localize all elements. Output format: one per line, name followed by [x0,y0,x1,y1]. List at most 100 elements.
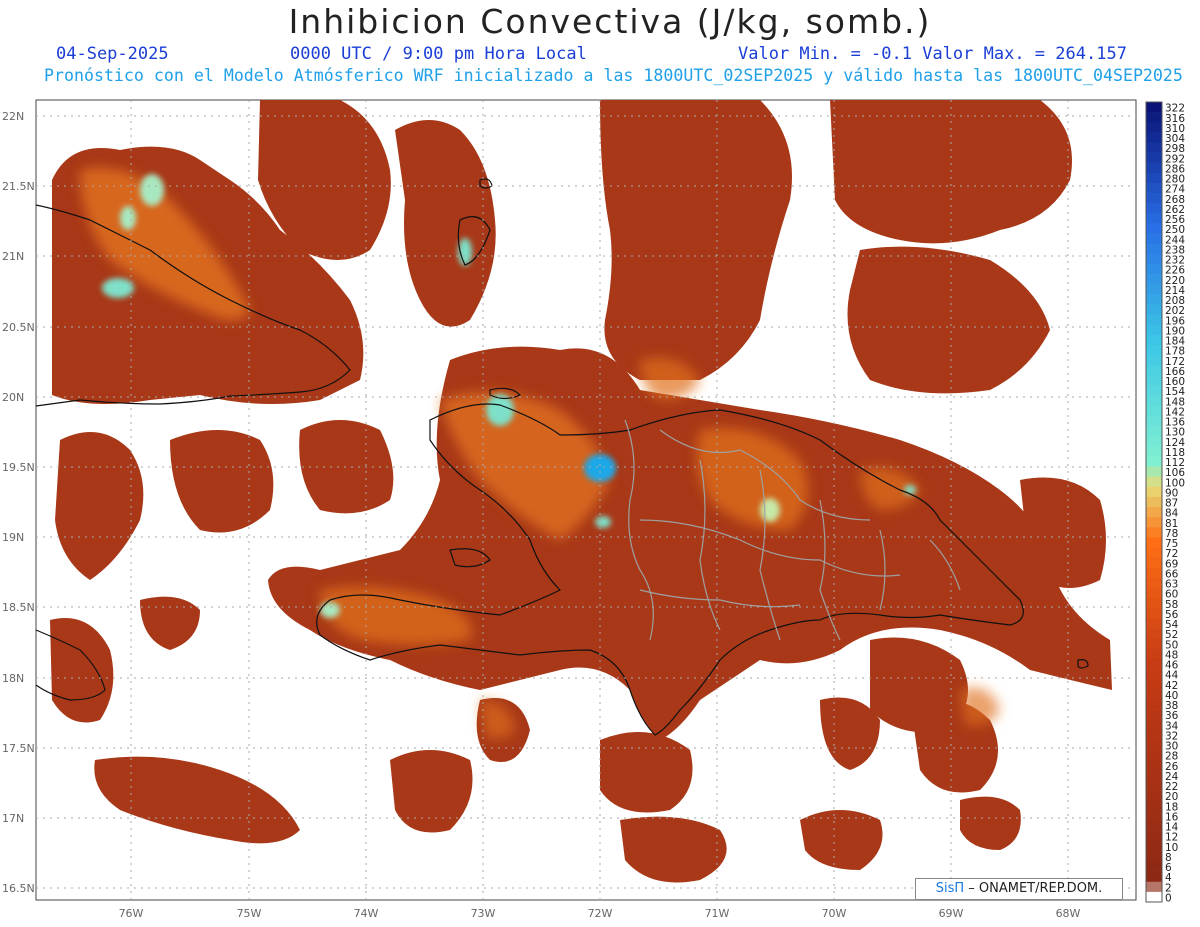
colorbar-swatch [1146,162,1162,174]
colorbar-swatch [1146,557,1162,569]
sispi-logo: SisΠ [935,881,965,896]
colorbar-swatch [1146,760,1162,771]
lon-label: 72W [588,907,613,920]
lat-label: 19.5N [2,461,35,474]
colorbar-swatch [1146,304,1162,315]
colorbar-swatch [1146,831,1162,842]
colorbar-swatch [1146,426,1162,437]
lat-label: 18.5N [2,601,35,614]
colorbar-swatch [1146,314,1162,326]
colorbar-swatch [1146,415,1162,427]
lon-label: 70W [822,907,847,920]
colorbar-swatch [1146,679,1162,690]
lat-label: 19N [2,531,24,544]
colorbar-swatch [1146,507,1162,518]
colorbar-swatch [1146,770,1162,781]
colorbar-swatch [1146,294,1162,305]
colorbar-swatch [1146,628,1162,640]
colorbar-swatch [1146,334,1162,346]
lat-label: 20N [2,391,24,404]
colorbar-swatch [1146,547,1162,558]
colorbar-swatch [1146,223,1162,234]
colorbar-swatch [1146,405,1162,417]
colorbar-swatch [1146,669,1162,680]
colorbar-swatch [1146,486,1162,498]
colorbar-swatch [1146,496,1162,508]
lat-label: 20.5N [2,321,35,334]
colorbar-swatch [1146,851,1162,862]
colorbar-swatch [1146,345,1162,356]
colorbar-swatch [1146,588,1162,599]
colorbar-swatch [1146,233,1162,245]
colorbar-swatch [1146,395,1162,407]
colorbar-swatch [1146,648,1162,660]
colorbar-swatch [1146,102,1162,113]
colorbar-swatch [1146,375,1162,386]
lon-label: 74W [354,907,379,920]
colorbar-swatch [1146,729,1162,741]
colorbar-swatch [1146,881,1162,893]
colorbar-swatch [1146,456,1162,467]
colorbar-label: 0 [1165,893,1172,905]
colorbar-swatch [1146,527,1162,538]
credit-text: – ONAMET/REP.DOM. [964,881,1103,896]
colorbar-swatch [1146,861,1162,872]
colorbar-swatch [1146,537,1162,548]
colorbar-swatch [1146,172,1162,184]
colorbar-swatch [1146,132,1162,143]
lon-label: 75W [237,907,262,920]
colorbar-swatch [1146,800,1162,812]
latitude-labels: 22N 21.5N 21N 20.5N 20N 19.5N 19N 18.5N … [2,110,35,895]
colorbar-swatch [1146,608,1162,619]
colorbar-swatch [1146,780,1162,791]
longitude-labels: 76W 75W 74W 73W 72W 71W 70W 69W 68W [119,907,1081,920]
colorbar-swatch [1146,689,1162,700]
colorbar-swatch [1146,385,1162,396]
colorbar-swatch [1146,790,1162,802]
colorbar-swatch [1146,709,1162,721]
lat-label: 18N [2,672,24,685]
colorbar-swatch [1146,365,1162,376]
colorbar-swatch [1146,355,1162,366]
map-canvas: 22N 21.5N 21N 20.5N 20N 19.5N 19N 18.5N … [2,99,1185,920]
colorbar-swatch [1146,213,1162,224]
colorbar-swatch [1146,891,1162,903]
lon-label: 76W [119,907,144,920]
colorbar: 3223163103042982922862802742682622562502… [1145,101,1185,905]
colorbar-swatch [1146,324,1162,336]
colorbar-swatch [1146,152,1162,164]
lat-label: 17N [2,812,24,825]
colorbar-swatch [1146,567,1162,579]
colorbar-swatch [1146,517,1162,528]
colorbar-swatch [1146,810,1162,822]
colorbar-swatch [1146,699,1162,710]
colorbar-swatch [1146,446,1162,457]
colorbar-swatch [1146,112,1162,123]
colorbar-swatch [1146,871,1162,883]
lat-label: 17.5N [2,742,35,755]
colorbar-swatch [1146,577,1162,589]
lon-label: 69W [939,907,964,920]
colorbar-swatch [1146,638,1162,650]
lat-label: 22N [2,110,24,123]
lat-label: 21.5N [2,180,35,193]
colorbar-swatch [1146,193,1162,204]
colorbar-swatch [1146,183,1162,194]
colorbar-swatch [1146,436,1162,447]
lat-label: 21N [2,250,24,263]
colorbar-swatch [1146,243,1162,255]
colorbar-swatch [1146,122,1162,133]
colorbar-swatch [1146,719,1162,731]
colorbar-swatch [1146,658,1162,670]
lat-label: 16.5N [2,882,35,895]
colorbar-swatch [1146,284,1162,295]
credit-box: SisΠ – ONAMET/REP.DOM. [915,878,1123,900]
colorbar-swatch [1146,203,1162,214]
colorbar-swatch [1146,253,1162,265]
lon-label: 68W [1056,907,1081,920]
colorbar-swatch [1146,618,1162,629]
colorbar-swatch [1146,466,1162,477]
lon-label: 73W [471,907,496,920]
colorbar-swatch [1146,264,1162,275]
lon-label: 71W [705,907,730,920]
